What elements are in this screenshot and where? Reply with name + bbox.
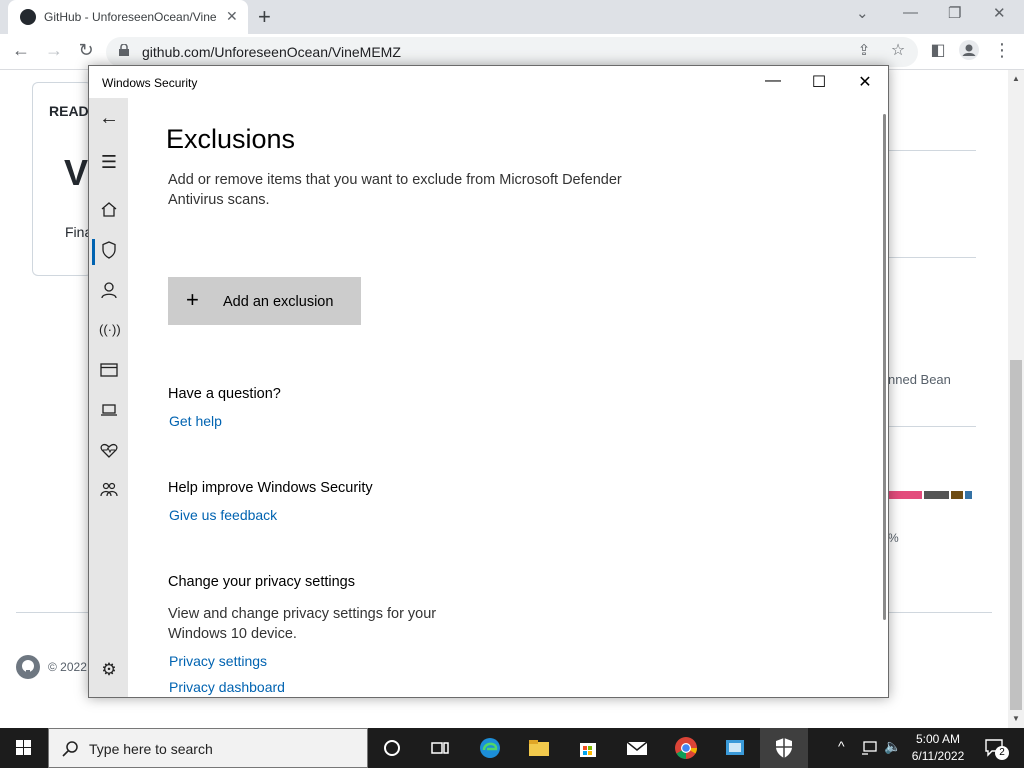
side-panel-icon[interactable]: ◧ bbox=[926, 40, 950, 60]
cortana-icon[interactable] bbox=[380, 736, 404, 760]
nav-active-indicator bbox=[92, 239, 95, 265]
tab-search-chevron-icon[interactable]: ⌄ bbox=[856, 4, 869, 22]
page-scrollbar[interactable]: ▲ ▼ bbox=[1008, 70, 1024, 728]
divider bbox=[888, 426, 976, 427]
lang-bar-segment bbox=[888, 491, 922, 499]
privacy-heading: Change your privacy settings bbox=[168, 574, 355, 590]
home-icon[interactable] bbox=[99, 200, 119, 220]
window-scrollbar[interactable] bbox=[883, 114, 886, 620]
hamburger-menu-icon[interactable]: ☰ bbox=[99, 152, 119, 172]
add-exclusion-button[interactable]: + Add an exclusion bbox=[168, 277, 361, 325]
lang-bar-segment bbox=[965, 491, 972, 499]
privacy-description: View and change privacy settings for you… bbox=[168, 606, 437, 642]
restore-icon[interactable]: ❐ bbox=[948, 4, 961, 22]
search-icon bbox=[62, 741, 78, 757]
wireless-network-icon[interactable]: ((·)) bbox=[99, 320, 121, 340]
clock[interactable]: 5:00 AM 6/11/2022 bbox=[900, 731, 976, 765]
security-nav-sidebar: ← ☰ ((·)) ⚙ bbox=[89, 98, 128, 697]
mail-icon[interactable] bbox=[625, 736, 649, 760]
share-icon[interactable]: ⇪ bbox=[852, 41, 876, 59]
chrome-browser-icon[interactable] bbox=[674, 736, 698, 760]
notification-badge: 2 bbox=[995, 746, 1009, 760]
search-placeholder: Type here to search bbox=[89, 741, 213, 757]
back-arrow-icon[interactable]: ← bbox=[9, 40, 33, 61]
close-tab-icon[interactable]: ✕ bbox=[226, 8, 238, 25]
app-browser-icon[interactable] bbox=[99, 360, 119, 380]
reload-icon[interactable]: ↻ bbox=[74, 40, 98, 61]
security-shield-icon bbox=[776, 738, 792, 758]
privacy-dashboard-link[interactable]: Privacy dashboard bbox=[169, 679, 285, 695]
settings-gear-icon[interactable]: ⚙ bbox=[99, 660, 119, 680]
windows-security-taskbar-button[interactable] bbox=[760, 728, 808, 768]
windows-start-icon[interactable] bbox=[0, 728, 48, 768]
page-scroll-thumb[interactable] bbox=[1010, 360, 1022, 710]
browser-tab-bar: GitHub - UnforeseenOcean/Vine ✕ + ⌄ — ❐ … bbox=[0, 0, 1024, 34]
new-tab-button[interactable]: + bbox=[258, 4, 271, 30]
control-panel-icon[interactable] bbox=[723, 736, 747, 760]
windows-taskbar: Type here to search ^ 🔈 5:00 AM 6/11/202… bbox=[0, 728, 1024, 768]
browser-tab[interactable]: GitHub - UnforeseenOcean/Vine ✕ bbox=[8, 0, 248, 34]
bookmark-star-icon[interactable]: ☆ bbox=[886, 40, 910, 60]
volume-icon[interactable]: 🔈 bbox=[884, 738, 901, 755]
edge-browser-icon[interactable] bbox=[478, 736, 502, 760]
shield-icon[interactable] bbox=[99, 240, 119, 260]
divider bbox=[888, 150, 976, 151]
microsoft-store-icon[interactable] bbox=[576, 736, 600, 760]
sidebar-text: nned Bean bbox=[888, 372, 951, 387]
network-icon[interactable] bbox=[860, 740, 878, 756]
laptop-icon[interactable] bbox=[99, 400, 119, 420]
github-logo-icon[interactable] bbox=[16, 655, 40, 679]
window-minimize-icon[interactable]: — bbox=[750, 72, 796, 90]
forward-arrow-icon[interactable]: → bbox=[42, 40, 66, 61]
lock-icon bbox=[119, 44, 129, 56]
footer-copyright: © 2022 bbox=[48, 660, 87, 674]
add-exclusion-label: Add an exclusion bbox=[223, 294, 334, 310]
clock-date: 6/11/2022 bbox=[911, 749, 965, 763]
get-help-link[interactable]: Get help bbox=[169, 413, 222, 429]
exclusions-page: Exclusions Add or remove items that you … bbox=[128, 98, 888, 697]
person-icon[interactable] bbox=[99, 280, 119, 300]
tab-title: GitHub - UnforeseenOcean/Vine bbox=[44, 10, 217, 24]
page-description: Add or remove items that you want to exc… bbox=[168, 172, 622, 208]
family-icon[interactable] bbox=[99, 480, 119, 500]
clock-time: 5:00 AM bbox=[915, 732, 961, 746]
back-arrow-icon[interactable]: ← bbox=[99, 108, 119, 128]
lang-bar-segment bbox=[924, 491, 949, 499]
privacy-settings-link[interactable]: Privacy settings bbox=[169, 653, 267, 669]
divider bbox=[888, 257, 976, 258]
give-feedback-link[interactable]: Give us feedback bbox=[169, 507, 277, 523]
show-hidden-icons-chevron-icon[interactable]: ^ bbox=[838, 738, 845, 754]
heart-health-icon[interactable] bbox=[99, 440, 119, 460]
menu-kebab-icon[interactable]: ⋮ bbox=[990, 40, 1014, 61]
file-explorer-icon[interactable] bbox=[527, 736, 551, 760]
lang-bar-segment bbox=[951, 491, 963, 499]
readme-heading: V bbox=[64, 152, 89, 193]
close-window-icon[interactable]: ✕ bbox=[993, 4, 1006, 22]
window-maximize-icon[interactable]: ☐ bbox=[796, 72, 842, 92]
taskbar-search-box[interactable]: Type here to search bbox=[48, 728, 368, 768]
github-favicon-icon bbox=[20, 9, 36, 25]
scroll-down-icon[interactable]: ▼ bbox=[1012, 714, 1020, 723]
window-title: Windows Security bbox=[102, 76, 198, 90]
scroll-up-icon[interactable]: ▲ bbox=[1012, 74, 1020, 83]
url-text: github.com/UnforeseenOcean/VineMEMZ bbox=[142, 44, 401, 60]
page-title: Exclusions bbox=[166, 124, 296, 154]
address-bar[interactable]: github.com/UnforeseenOcean/VineMEMZ ⇪ ☆ bbox=[106, 37, 918, 67]
profile-avatar-icon[interactable] bbox=[957, 40, 981, 65]
improve-heading: Help improve Windows Security bbox=[168, 480, 373, 496]
window-close-icon[interactable]: ✕ bbox=[842, 72, 888, 92]
window-titlebar[interactable]: Windows Security — ☐ ✕ bbox=[89, 66, 888, 98]
minimize-icon[interactable]: — bbox=[903, 4, 918, 21]
plus-icon: + bbox=[186, 287, 199, 312]
windows-security-window: Windows Security — ☐ ✕ ← ☰ ((·)) ⚙ Exclu… bbox=[88, 65, 889, 698]
question-heading: Have a question? bbox=[168, 386, 281, 402]
percent-text: % bbox=[888, 531, 899, 545]
task-view-icon[interactable] bbox=[428, 736, 452, 760]
